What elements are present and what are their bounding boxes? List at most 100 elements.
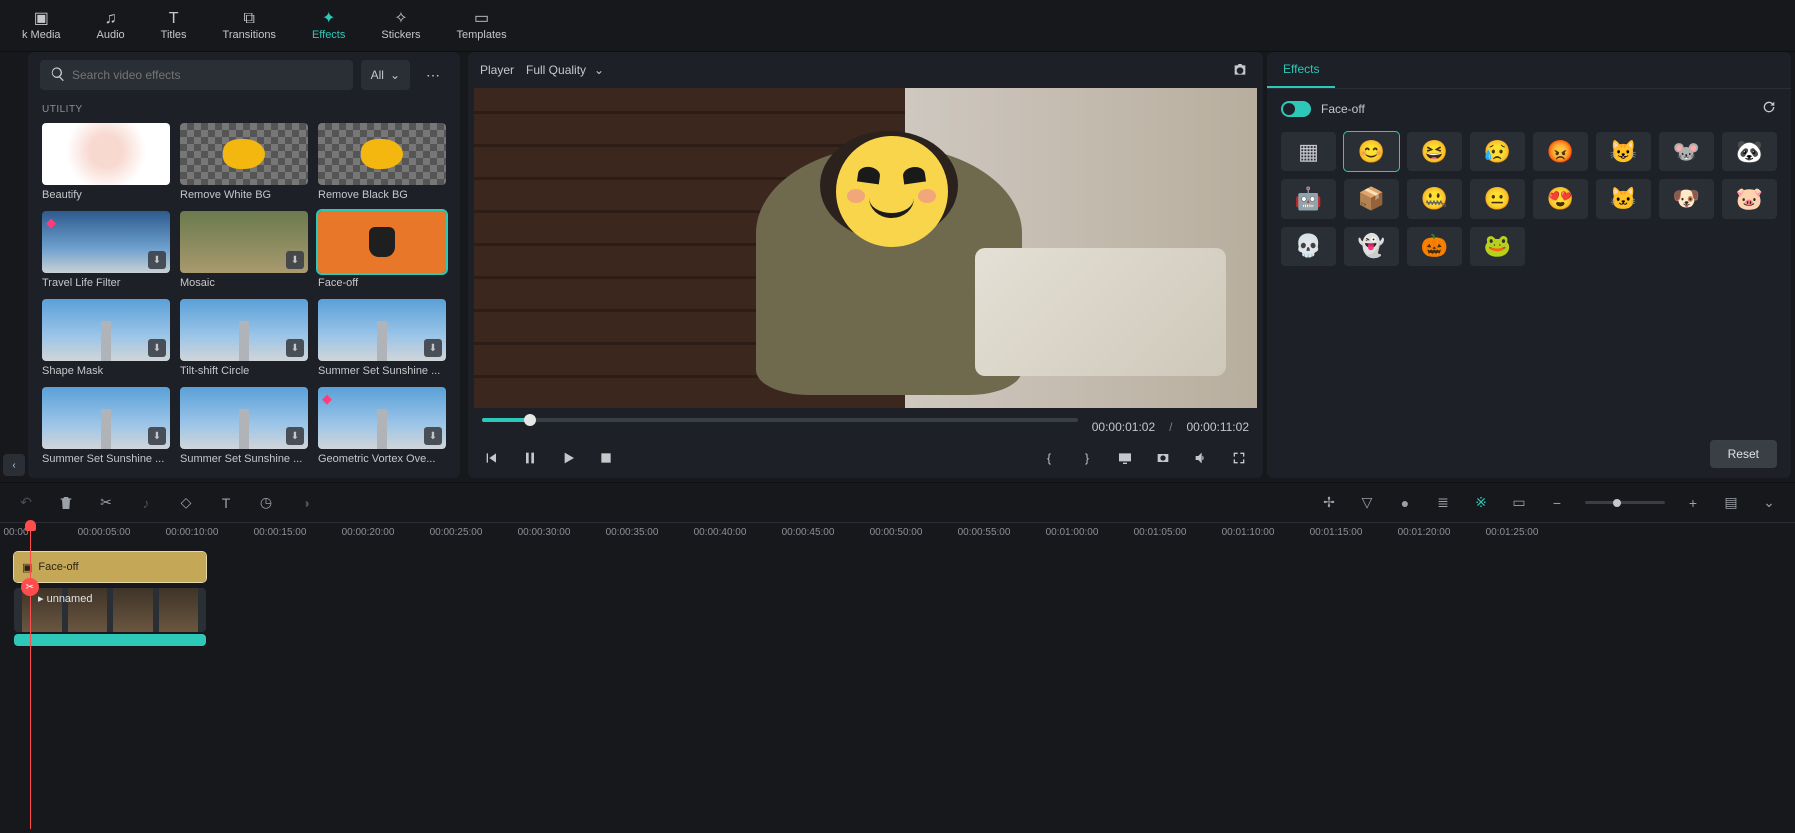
download-icon: ⬇ xyxy=(148,427,166,445)
more-button[interactable]: ⋯ xyxy=(418,60,448,90)
face-option-sad[interactable]: 😥 xyxy=(1470,132,1525,171)
play-pause-button[interactable] xyxy=(520,448,540,468)
nav-effects[interactable]: ✦ Effects xyxy=(294,0,363,51)
collapse-button[interactable]: ‹ xyxy=(3,454,25,476)
effect-card[interactable]: ⬇◆Geometric Vortex Ove... xyxy=(318,387,446,465)
effect-card[interactable]: ⬇Summer Set Sunshine ... xyxy=(180,387,308,465)
nav-media[interactable]: ▣ k Media xyxy=(4,0,79,51)
color-button[interactable]: ◑ xyxy=(296,493,316,513)
chevron-down-icon[interactable]: ⌄ xyxy=(1759,493,1779,513)
face-option-cat2[interactable]: 🐱 xyxy=(1596,179,1651,218)
magnet-button[interactable]: ※ xyxy=(1471,493,1491,513)
audio-clip[interactable] xyxy=(14,634,206,646)
music-button[interactable]: ♪ xyxy=(136,493,156,513)
video-clip[interactable]: ▸ unnamed xyxy=(14,588,206,632)
mark-in-button[interactable]: { xyxy=(1039,448,1059,468)
download-icon: ⬇ xyxy=(286,251,304,269)
effect-card[interactable]: Remove White BG xyxy=(180,123,308,201)
effect-label: Summer Set Sunshine ... xyxy=(318,365,446,377)
mark-out-button[interactable]: } xyxy=(1077,448,1097,468)
effect-card[interactable]: Remove Black BG xyxy=(318,123,446,201)
delete-button[interactable] xyxy=(56,493,76,513)
player-panel: Player Full Quality ⌄ xyxy=(468,52,1263,478)
face-option-pumpkin[interactable]: 🎃 xyxy=(1407,227,1462,266)
face-option-smile[interactable]: 😊 xyxy=(1344,132,1399,171)
nav-transitions[interactable]: ⧉ Transitions xyxy=(205,0,294,51)
timeline-ruler[interactable]: 00:0000:00:05:0000:00:10:0000:00:15:0000… xyxy=(0,522,1795,552)
volume-button[interactable] xyxy=(1191,448,1211,468)
effect-thumb xyxy=(180,123,308,185)
face-option-pig[interactable]: 🐷 xyxy=(1722,179,1777,218)
snapshot-button[interactable] xyxy=(1229,59,1251,81)
quality-dropdown[interactable]: Full Quality ⌄ xyxy=(526,63,604,77)
face-option-angry[interactable]: 😡 xyxy=(1533,132,1588,171)
prev-frame-button[interactable] xyxy=(482,448,502,468)
search-box[interactable] xyxy=(40,60,353,90)
refresh-button[interactable] xyxy=(1761,99,1777,118)
effect-clip[interactable]: ▣ Face-off xyxy=(14,552,206,582)
face-option-hearteyes[interactable]: 😍 xyxy=(1533,179,1588,218)
faceoff-toggle[interactable] xyxy=(1281,101,1311,117)
effect-card[interactable]: ⬇Summer Set Sunshine ... xyxy=(42,387,170,465)
face-option-frog[interactable]: 🐸 xyxy=(1470,227,1525,266)
playhead[interactable]: ✂ xyxy=(30,522,31,829)
text-button[interactable]: T xyxy=(216,493,236,513)
view-options-button[interactable]: ▤ xyxy=(1721,493,1741,513)
nav-templates[interactable]: ▭ Templates xyxy=(439,0,525,51)
speed-button[interactable]: ◷ xyxy=(256,493,276,513)
effect-label: Geometric Vortex Ove... xyxy=(318,453,446,465)
progress-bar[interactable] xyxy=(482,418,1078,422)
stop-button[interactable] xyxy=(596,448,616,468)
effect-card[interactable]: ⬇◆Travel Life Filter xyxy=(42,211,170,289)
tab-effects[interactable]: Effects xyxy=(1267,52,1335,88)
camera-button[interactable] xyxy=(1153,448,1173,468)
nav-stickers[interactable]: ✧ Stickers xyxy=(363,0,438,51)
effect-card[interactable]: ⬇Summer Set Sunshine ... xyxy=(318,299,446,377)
effect-card[interactable]: ⬇Tilt-shift Circle xyxy=(180,299,308,377)
zoom-in-button[interactable]: + xyxy=(1683,493,1703,513)
filter-dropdown[interactable]: All ⌄ xyxy=(361,60,410,90)
face-option-mouse[interactable]: 🐭 xyxy=(1659,132,1714,171)
face-option-laugh[interactable]: 😆 xyxy=(1407,132,1462,171)
fullscreen-button[interactable] xyxy=(1229,448,1249,468)
mixer-button[interactable]: ✢ xyxy=(1319,493,1339,513)
face-option-ghost[interactable]: 👻 xyxy=(1344,227,1399,266)
face-option-blur[interactable]: ▦ xyxy=(1281,132,1336,171)
face-option-dog[interactable]: 🐶 xyxy=(1659,179,1714,218)
timeline-tracks[interactable]: ✂ ▣ Face-off ▸ unnamed xyxy=(0,552,1795,829)
list-button[interactable]: ≣ xyxy=(1433,493,1453,513)
search-input[interactable] xyxy=(72,68,343,82)
display-button[interactable] xyxy=(1115,448,1135,468)
effect-label: Shape Mask xyxy=(42,365,170,377)
left-collapse-strip: ‹ xyxy=(0,52,28,482)
transition-icon: ⧉ xyxy=(244,11,255,27)
split-button[interactable]: ✂ xyxy=(96,493,116,513)
nav-titles[interactable]: T Titles xyxy=(143,0,205,51)
undo-button[interactable]: ↶ xyxy=(16,493,36,513)
video-preview[interactable] xyxy=(474,88,1257,408)
effect-card[interactable]: Beautify xyxy=(42,123,170,201)
face-option-box[interactable]: 📦 xyxy=(1344,179,1399,218)
effect-card[interactable]: ⬇Mosaic xyxy=(180,211,308,289)
frame-button[interactable]: ▭ xyxy=(1509,493,1529,513)
zoom-slider[interactable] xyxy=(1585,501,1665,504)
face-option-robot[interactable]: 🤖 xyxy=(1281,179,1336,218)
nav-audio[interactable]: ♫ Audio xyxy=(79,0,143,51)
crop-button[interactable]: ◇ xyxy=(176,493,196,513)
record-button[interactable]: ● xyxy=(1395,493,1415,513)
effect-card[interactable]: Face-off xyxy=(318,211,446,289)
play-button[interactable] xyxy=(558,448,578,468)
top-nav: ▣ k Media ♫ Audio T Titles ⧉ Transitions… xyxy=(0,0,1795,52)
reset-button[interactable]: Reset xyxy=(1710,440,1777,468)
player-tab[interactable]: Player xyxy=(480,63,514,77)
effect-label: Beautify xyxy=(42,189,170,201)
effect-card[interactable]: ⬇Shape Mask xyxy=(42,299,170,377)
chevron-down-icon: ⌄ xyxy=(594,63,604,77)
face-option-skull[interactable]: 💀 xyxy=(1281,227,1336,266)
face-option-zipped[interactable]: 🤐 xyxy=(1407,179,1462,218)
zoom-out-button[interactable]: − xyxy=(1547,493,1567,513)
face-option-cat[interactable]: 😺 xyxy=(1596,132,1651,171)
marker-button[interactable]: ▽ xyxy=(1357,493,1377,513)
face-option-panda[interactable]: 🐼 xyxy=(1722,132,1777,171)
face-option-neutral[interactable]: 😐 xyxy=(1470,179,1525,218)
